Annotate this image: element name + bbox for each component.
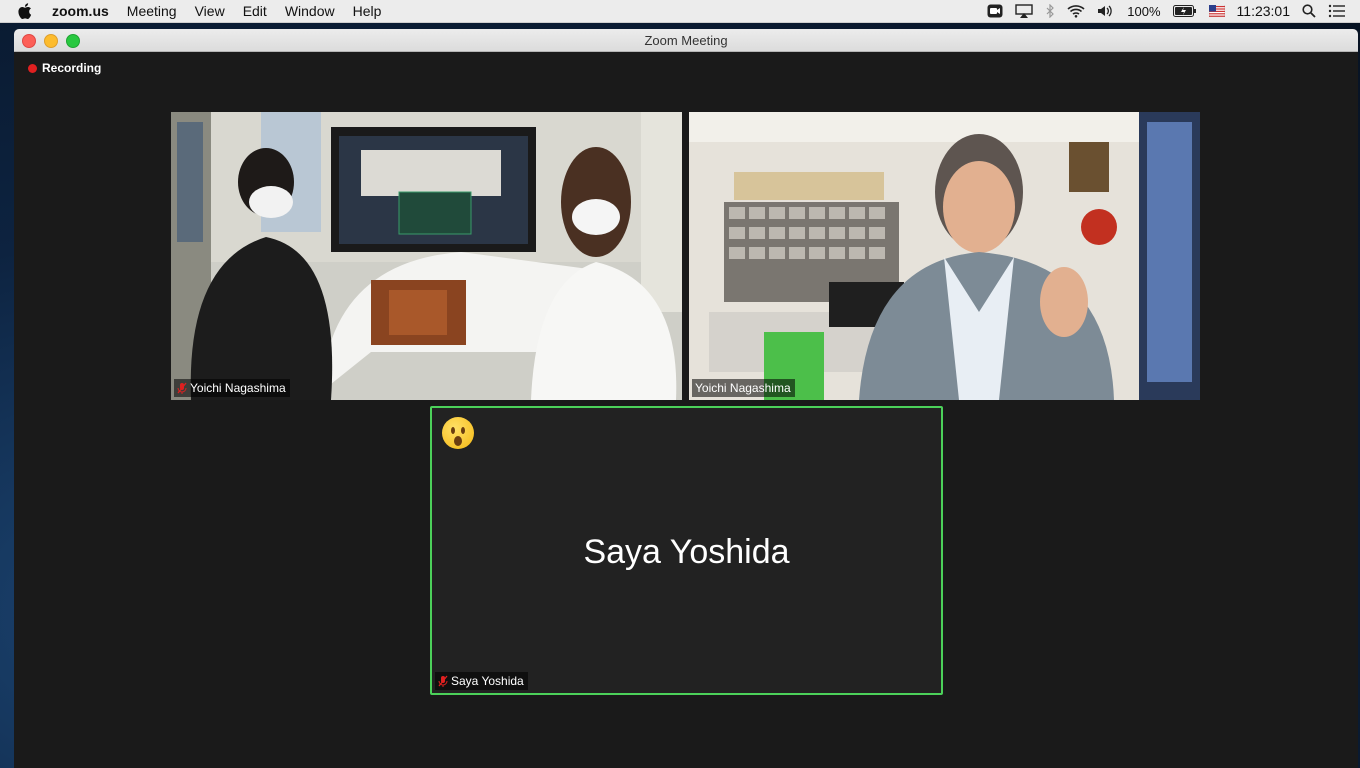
menu-view[interactable]: View [195,3,225,19]
zoom-window-button[interactable] [66,34,80,48]
volume-icon[interactable] [1097,4,1115,18]
window-controls [22,34,80,48]
recording-dot-icon [28,63,37,73]
zoom-meeting-window: Zoom Meeting Recording Yoichi Nagashima … [14,29,1358,768]
battery-percent: 100% [1127,3,1161,19]
participant-name-label: Yoichi Nagashima [174,379,290,397]
muted-microphone-icon [177,382,187,394]
participant-name-label: Saya Yoshida [435,672,528,690]
recording-indicator[interactable]: Recording [28,61,101,75]
airplay-icon[interactable] [1015,4,1033,18]
menu-help[interactable]: Help [353,3,382,19]
participant-video-feed [171,112,682,400]
participant-name: Yoichi Nagashima [695,381,791,395]
minimize-window-button[interactable] [44,34,58,48]
close-window-button[interactable] [22,34,36,48]
participant-name: Yoichi Nagashima [190,381,286,395]
participant-name-label: Yoichi Nagashima [692,379,795,397]
zoom-status-icon[interactable] [987,4,1003,18]
spotlight-search-icon[interactable] [1302,4,1316,18]
input-source-flag-icon[interactable] [1208,5,1225,17]
notification-center-icon[interactable] [1328,4,1346,18]
window-titlebar[interactable]: Zoom Meeting [14,29,1358,52]
menu-meeting[interactable]: Meeting [127,3,177,19]
participant-name: Saya Yoshida [451,674,524,688]
surprised-reaction-icon [442,417,474,449]
battery-icon[interactable] [1172,5,1197,17]
menu-bar: zoom.us Meeting View Edit Window Help 10… [0,0,1360,23]
apple-menu-icon[interactable] [18,3,38,19]
participant-video-tile[interactable]: Yoichi Nagashima [689,112,1200,400]
recording-label: Recording [42,61,102,75]
participant-display-name: Saya Yoshida [583,533,790,571]
menu-window[interactable]: Window [285,3,335,19]
app-menu[interactable]: zoom.us [52,3,109,19]
window-title: Zoom Meeting [644,32,728,48]
participant-video-tile[interactable]: Yoichi Nagashima [171,112,682,400]
active-speaker-tile[interactable]: Saya Yoshida Saya Yoshida [430,406,943,695]
bluetooth-icon[interactable] [1045,4,1055,18]
menu-edit[interactable]: Edit [243,3,267,19]
menubar-clock[interactable]: 11:23:01 [1237,3,1290,19]
participant-video-feed [689,112,1200,400]
status-area: 100% 11:23:01 [987,0,1346,22]
wifi-icon[interactable] [1067,4,1085,18]
muted-microphone-icon [438,675,448,687]
